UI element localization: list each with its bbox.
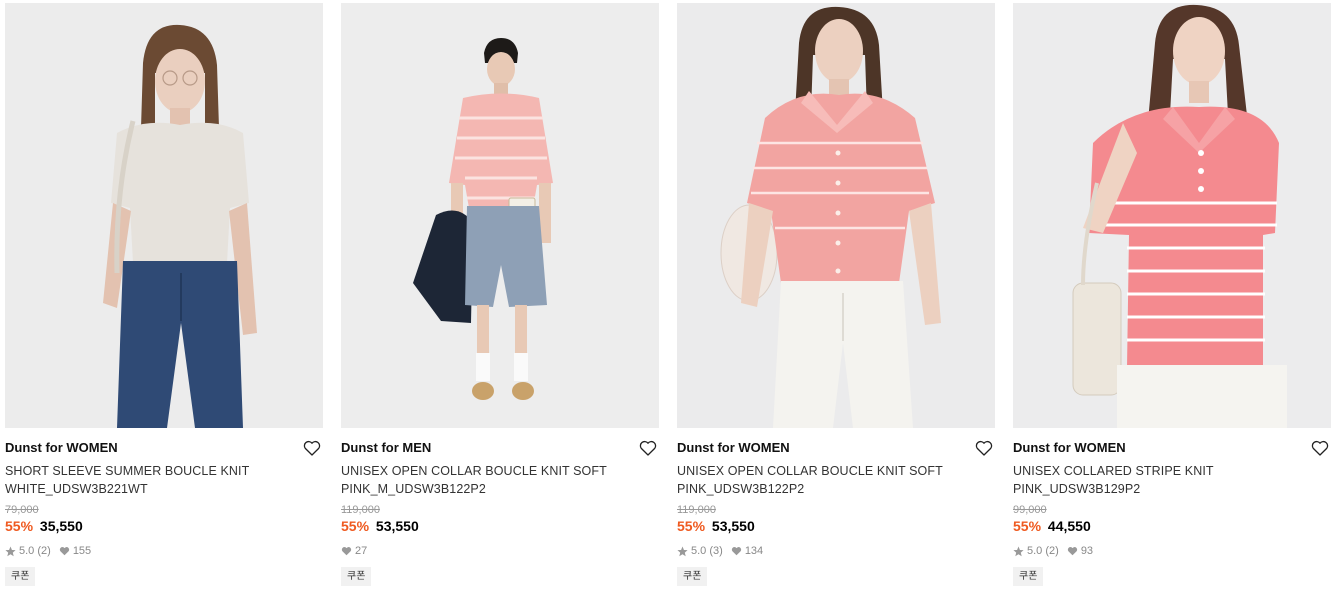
product-info: Dunst for WOMEN UNISEX COLLARED STRIPE K… <box>1013 428 1331 586</box>
product-grid: Dunst for WOMEN SHORT SLEEVE SUMMER BOUC… <box>0 0 1338 608</box>
heart-filled-icon <box>731 546 742 556</box>
original-price: 119,000 <box>341 504 380 516</box>
product-info: Dunst for MEN UNISEX OPEN COLLAR BOUCLE … <box>341 428 659 586</box>
rating-value: 5.0 <box>1027 545 1043 557</box>
heart-filled-icon <box>59 546 70 556</box>
original-price: 99,000 <box>1013 504 1047 516</box>
product-meta: 5.0 (2) 93 <box>1013 544 1331 558</box>
star-icon <box>677 546 688 557</box>
review-count: (2) <box>1045 545 1059 557</box>
product-title[interactable]: UNISEX OPEN COLLAR BOUCLE KNIT SOFT PINK… <box>677 462 995 498</box>
product-info: Dunst for WOMEN SHORT SLEEVE SUMMER BOUC… <box>5 428 323 586</box>
like-count: 93 <box>1080 545 1094 557</box>
like-count: 134 <box>744 545 764 557</box>
like-count: 27 <box>355 545 368 557</box>
coupon-badge: 쿠폰 <box>341 567 372 586</box>
review-count: (2) <box>37 545 51 557</box>
star-icon <box>1013 546 1024 557</box>
discount-rate: 55% <box>5 518 34 534</box>
discount-rate: 55% <box>341 518 370 534</box>
rating-value: 5.0 <box>691 545 707 557</box>
product-title[interactable]: SHORT SLEEVE SUMMER BOUCLE KNIT WHITE_UD… <box>5 462 323 498</box>
rating-value: 5.0 <box>19 545 35 557</box>
original-price: 119,000 <box>677 504 716 516</box>
product-card[interactable]: Dunst for WOMEN UNISEX COLLARED STRIPE K… <box>1013 3 1331 586</box>
product-meta: 27 <box>341 544 659 558</box>
product-card[interactable]: Dunst for WOMEN SHORT SLEEVE SUMMER BOUC… <box>5 3 323 586</box>
brand-name[interactable]: Dunst for MEN <box>341 440 659 456</box>
brand-name[interactable]: Dunst for WOMEN <box>1013 440 1331 456</box>
product-card[interactable]: Dunst for MEN UNISEX OPEN COLLAR BOUCLE … <box>341 3 659 586</box>
heart-icon[interactable] <box>1311 440 1329 456</box>
product-meta: 5.0 (2) 155 <box>5 544 323 558</box>
brand-name[interactable]: Dunst for WOMEN <box>677 440 995 456</box>
discount-rate: 55% <box>677 518 706 534</box>
product-image[interactable] <box>5 3 323 428</box>
original-price: 79,000 <box>5 504 39 516</box>
sale-price: 53,550 <box>711 518 755 534</box>
price-row: 55% 44,550 <box>1013 517 1331 535</box>
product-image[interactable] <box>341 3 659 428</box>
heart-icon[interactable] <box>303 440 321 456</box>
product-info: Dunst for WOMEN UNISEX OPEN COLLAR BOUCL… <box>677 428 995 586</box>
price-row: 55% 53,550 <box>677 517 995 535</box>
heart-icon[interactable] <box>639 440 657 456</box>
product-title[interactable]: UNISEX OPEN COLLAR BOUCLE KNIT SOFT PINK… <box>341 462 659 498</box>
product-image[interactable] <box>1013 3 1331 428</box>
sale-price: 35,550 <box>39 518 83 534</box>
sale-price: 44,550 <box>1047 518 1091 534</box>
heart-filled-icon <box>341 546 352 556</box>
product-title[interactable]: UNISEX COLLARED STRIPE KNIT PINK_UDSW3B1… <box>1013 462 1331 498</box>
discount-rate: 55% <box>1013 518 1042 534</box>
product-image[interactable] <box>677 3 995 428</box>
brand-name[interactable]: Dunst for WOMEN <box>5 440 323 456</box>
product-meta: 5.0 (3) 134 <box>677 544 995 558</box>
coupon-badge: 쿠폰 <box>677 567 708 586</box>
star-icon <box>5 546 16 557</box>
sale-price: 53,550 <box>375 518 419 534</box>
coupon-badge: 쿠폰 <box>5 567 36 586</box>
coupon-badge: 쿠폰 <box>1013 567 1044 586</box>
review-count: (3) <box>709 545 723 557</box>
like-count: 155 <box>72 545 92 557</box>
product-card[interactable]: Dunst for WOMEN UNISEX OPEN COLLAR BOUCL… <box>677 3 995 586</box>
heart-icon[interactable] <box>975 440 993 456</box>
price-row: 55% 53,550 <box>341 517 659 535</box>
price-row: 55% 35,550 <box>5 517 323 535</box>
heart-filled-icon <box>1067 546 1078 556</box>
